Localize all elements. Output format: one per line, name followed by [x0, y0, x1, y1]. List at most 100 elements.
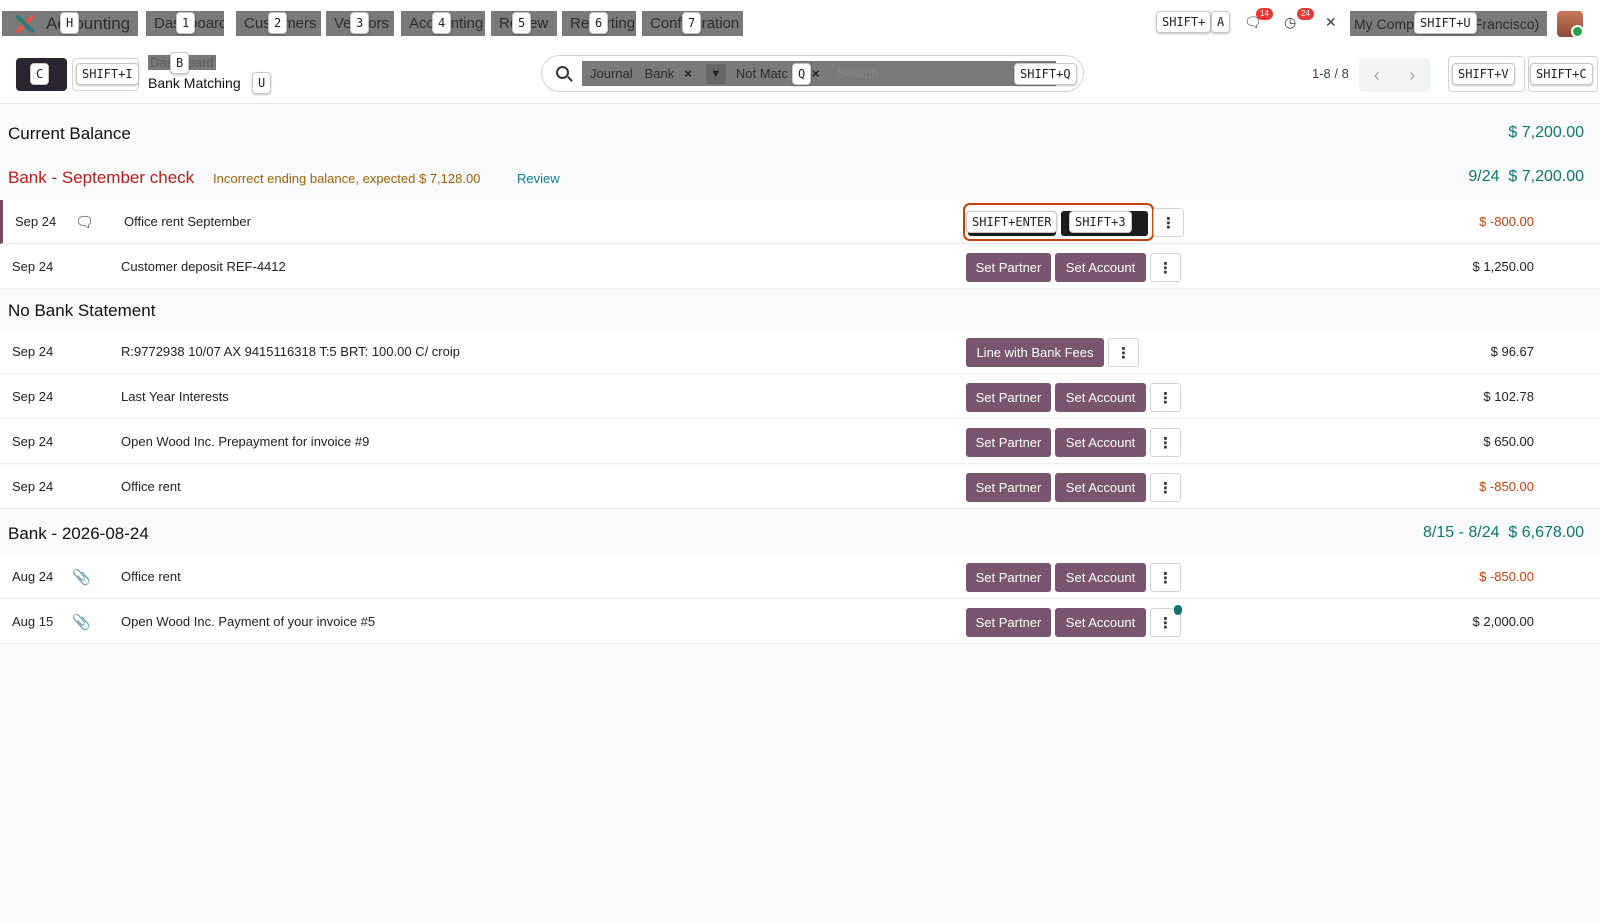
set-partner-button[interactable]: Set Partner	[966, 253, 1051, 282]
current-balance-label: Current Balance	[8, 124, 131, 143]
table-row[interactable]: Aug 24 📎 Office rent Set Partner Set Acc…	[0, 555, 1600, 599]
hotkey-hint: SHIFT+I	[76, 63, 139, 85]
statement-summary: 9/24 $ 7,200.00	[1468, 168, 1584, 186]
chevron-right-icon[interactable]: ›	[1409, 65, 1415, 86]
table-row[interactable]: Sep 24 R:9772938 10/07 AX 9415116318 T:5…	[0, 330, 1600, 374]
page-title: Bank Matching	[148, 75, 241, 91]
row-label: Customer deposit REF-4412	[121, 259, 286, 274]
set-account-button[interactable]: Set Account	[1055, 563, 1146, 592]
top-navbar: Accounting H Dashboard 1 Customers 2 Ven…	[0, 0, 1600, 46]
table-row[interactable]: Sep 24 🗨 Office rent September SHIFT+ENT…	[0, 200, 1600, 244]
row-label: Open Wood Inc. Payment of your invoice #…	[121, 614, 376, 629]
hotkey-hint: A	[1211, 11, 1231, 33]
facet-value-not-matched: Not Matched	[735, 66, 788, 81]
hotkey-hint: 6	[589, 12, 609, 34]
set-partner-button[interactable]: Set Partner	[966, 608, 1051, 637]
table-row[interactable]: Sep 24 Open Wood Inc. Prepayment for inv…	[0, 420, 1600, 464]
status-dot	[1174, 605, 1182, 615]
statement-summary: 8/15 - 8/24 $ 6,678.00	[1423, 524, 1584, 542]
hotkey-hint: U	[252, 72, 272, 94]
row-menu-button[interactable]: ⋮	[1150, 383, 1181, 412]
set-account-button[interactable]: Set Account	[1055, 383, 1146, 412]
chat-icon[interactable]: 🗨	[75, 213, 94, 231]
app-logo-icon	[14, 14, 36, 34]
row-date: Aug 24	[12, 569, 54, 584]
search-icon[interactable]	[556, 66, 569, 79]
hotkey-hint: SHIFT+	[1156, 11, 1212, 33]
set-partner-button[interactable]: Set Partner	[966, 473, 1051, 502]
row-amount: $ 1,250.00	[1472, 259, 1534, 274]
hotkey-hint: SHIFT+3	[1069, 211, 1132, 233]
row-date: Sep 24	[12, 344, 54, 359]
row-date: Sep 24	[12, 389, 54, 404]
row-menu-button[interactable]: ⋮	[1150, 428, 1181, 457]
table-row[interactable]: Sep 24 Last Year Interests Set Partner S…	[0, 375, 1600, 419]
bank-fees-button[interactable]: Line with Bank Fees	[966, 338, 1104, 367]
set-account-button[interactable]: Set Account	[1055, 473, 1146, 502]
hotkey-hint: 3	[350, 12, 370, 34]
table-row[interactable]: Sep 24 Customer deposit REF-4412 Set Par…	[0, 245, 1600, 289]
statement-title[interactable]: Bank - 2026-08-24	[8, 524, 149, 544]
set-account-button[interactable]: Set Account	[1055, 608, 1146, 637]
review-link[interactable]: Review	[517, 171, 560, 186]
statement-date-range: 9/24	[1468, 168, 1500, 185]
hotkey-hint: 7	[682, 12, 702, 34]
row-label: Last Year Interests	[121, 389, 229, 404]
debug-tools-icon[interactable]: ✕	[1325, 14, 1337, 31]
paperclip-icon[interactable]: 📎	[72, 568, 91, 586]
hotkey-hint: 4	[432, 12, 452, 34]
set-partner-button[interactable]: Set Partner	[966, 383, 1051, 412]
row-menu-button[interactable]: ⋮	[1150, 473, 1181, 502]
search-input[interactable]: Search...	[825, 66, 889, 81]
row-label: Office rent	[121, 479, 181, 494]
messages-badge: 14	[1256, 8, 1273, 20]
hotkey-hint: Q	[792, 63, 812, 85]
row-amount: $ -850.00	[1479, 569, 1534, 584]
pager-value[interactable]: 1-8 / 8	[1312, 66, 1349, 81]
paperclip-icon[interactable]: 📎	[72, 613, 91, 631]
hotkey-hint: H	[60, 12, 80, 34]
facet-label-journal: Journal	[590, 66, 633, 81]
facet-value-bank: Bank	[644, 66, 675, 81]
set-partner-button[interactable]: Set Partner	[966, 563, 1051, 592]
row-date: Sep 24	[12, 259, 54, 274]
row-label: Office rent September	[124, 214, 251, 229]
row-label: Office rent	[121, 569, 181, 584]
hotkey-hint: SHIFT+C	[1530, 63, 1593, 85]
remove-facet-icon[interactable]: ×	[678, 66, 698, 81]
set-account-button[interactable]: Set Account	[1055, 428, 1146, 457]
row-label: Open Wood Inc. Prepayment for invoice #9	[121, 434, 370, 449]
search-facets: Journal Bank × ▼ Not Matched × Search...	[582, 61, 1056, 86]
user-avatar[interactable]	[1557, 11, 1583, 37]
hotkey-hint: SHIFT+U	[1414, 12, 1477, 34]
row-menu-button[interactable]: ⋮	[1150, 253, 1181, 282]
row-date: Sep 24	[12, 479, 54, 494]
search-bar: Journal Bank × ▼ Not Matched × Search...…	[541, 55, 1084, 92]
hotkey-hint: 2	[268, 12, 288, 34]
chevron-left-icon[interactable]: ‹	[1374, 65, 1380, 86]
row-menu-button[interactable]: ⋮	[1108, 338, 1139, 367]
hotkey-hint: C	[30, 63, 50, 85]
hotkey-hint: SHIFT+V	[1452, 63, 1515, 85]
row-date: Sep 24	[15, 214, 57, 229]
row-date: Sep 24	[12, 434, 54, 449]
control-panel: C SHIFT+I Dashboard B Bank Matching U Jo…	[0, 46, 1600, 104]
row-amount: $ -800.00	[1479, 214, 1534, 229]
group-title: No Bank Statement	[8, 301, 156, 320]
hotkey-hint: SHIFT+Q	[1014, 63, 1077, 85]
hotkey-hint: SHIFT+ENTER	[966, 211, 1058, 233]
statement-amount: $ 6,678.00	[1508, 524, 1584, 541]
row-amount: $ 2,000.00	[1472, 614, 1534, 629]
set-partner-button[interactable]: Set Partner	[966, 428, 1051, 457]
set-account-button[interactable]: Set Account	[1055, 253, 1146, 282]
current-balance-amount: $ 7,200.00	[1508, 124, 1584, 141]
activities-badge: 24	[1297, 8, 1314, 20]
row-label: R:9772938 10/07 AX 9415116318 T:5 BRT: 1…	[121, 344, 460, 359]
clock-icon[interactable]: ◷	[1284, 14, 1296, 31]
table-row[interactable]: Sep 24 Office rent Set Partner Set Accou…	[0, 465, 1600, 509]
statement-title[interactable]: Bank - September check	[8, 168, 194, 188]
row-menu-button[interactable]: ⋮	[1150, 563, 1181, 592]
app-name: Accounting	[46, 13, 131, 33]
row-menu-button[interactable]: ⋮	[1153, 208, 1184, 237]
table-row[interactable]: Aug 15 📎 Open Wood Inc. Payment of your …	[0, 600, 1600, 644]
